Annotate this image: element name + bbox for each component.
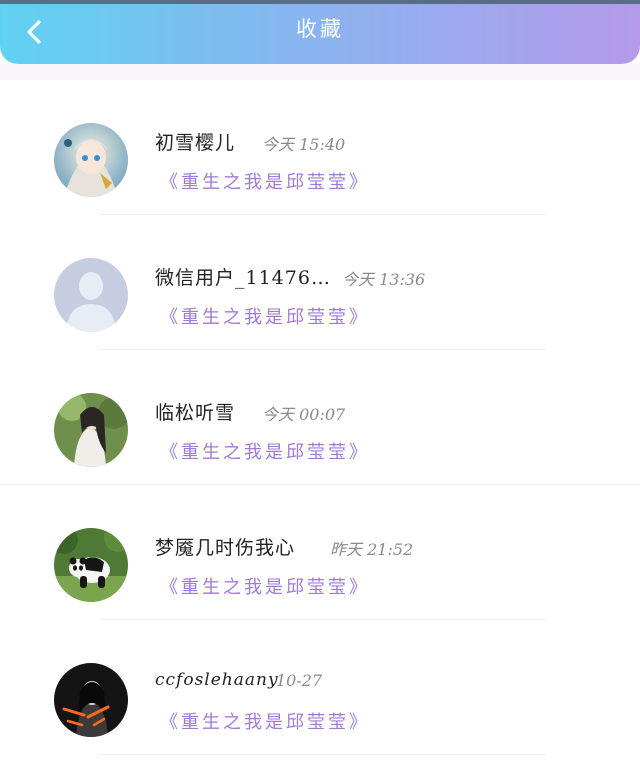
user-name: ccfoslehaany xyxy=(155,670,279,690)
book-title-link[interactable]: 《重生之我是邱莹莹》 xyxy=(160,168,370,194)
portrait-avatar[interactable] xyxy=(54,393,128,467)
favorites-list: 初雪樱儿 今天 15:40 《重生之我是邱莹莹》 微信用户_11476… 今天 … xyxy=(0,80,640,755)
timestamp: 昨天 21:52 xyxy=(330,540,414,559)
anime-girl-avatar[interactable] xyxy=(54,123,128,197)
list-item[interactable]: 初雪樱儿 今天 15:40 《重生之我是邱莹莹》 xyxy=(0,80,640,215)
list-item[interactable]: ccfoslehaany 10-27 《重生之我是邱莹莹》 xyxy=(0,620,640,755)
book-title-link[interactable]: 《重生之我是邱莹莹》 xyxy=(160,438,370,464)
dark-portrait-avatar[interactable] xyxy=(54,663,128,737)
header-bar: 收藏 xyxy=(0,4,640,64)
timestamp: 今天 00:07 xyxy=(262,405,346,424)
book-title-link[interactable]: 《重生之我是邱莹莹》 xyxy=(160,573,370,599)
timestamp: 今天 15:40 xyxy=(262,135,346,154)
header-spacer xyxy=(0,64,640,80)
book-title-link[interactable]: 《重生之我是邱莹莹》 xyxy=(160,708,370,734)
divider xyxy=(100,754,545,755)
list-item[interactable]: 临松听雪 今天 00:07 《重生之我是邱莹莹》 xyxy=(0,350,640,485)
list-item[interactable]: 微信用户_11476… 今天 13:36 《重生之我是邱莹莹》 xyxy=(0,215,640,350)
user-name: 临松听雪 xyxy=(155,402,236,424)
user-name: 初雪樱儿 xyxy=(155,132,236,154)
timestamp: 10-27 xyxy=(276,671,323,690)
page-title: 收藏 xyxy=(296,17,344,41)
default-user-avatar[interactable] xyxy=(54,258,128,332)
user-name: 梦魇几时伤我心 xyxy=(155,537,296,559)
book-title-link[interactable]: 《重生之我是邱莹莹》 xyxy=(160,303,370,329)
panda-avatar[interactable] xyxy=(54,528,128,602)
user-name: 微信用户_11476… xyxy=(155,267,331,289)
timestamp: 今天 13:36 xyxy=(342,270,426,289)
list-item[interactable]: 梦魇几时伤我心 昨天 21:52 《重生之我是邱莹莹》 xyxy=(0,485,640,620)
